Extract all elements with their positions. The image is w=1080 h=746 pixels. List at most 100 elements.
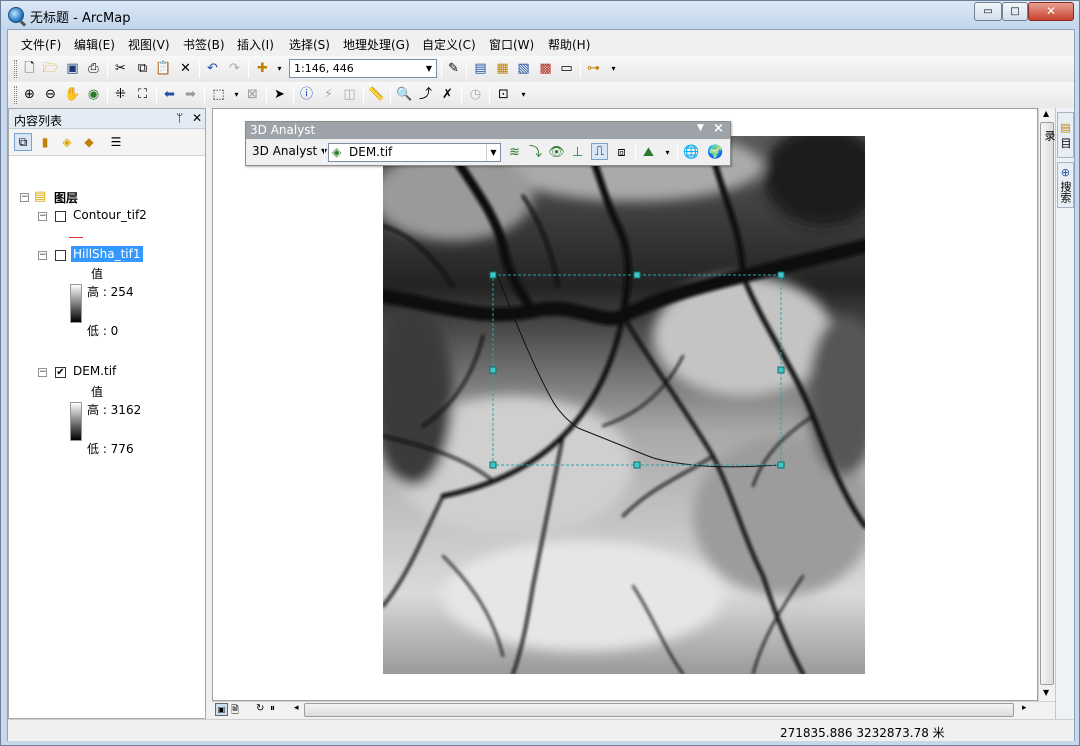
selection-handle[interactable] bbox=[633, 271, 641, 279]
menu-edit[interactable]: 编辑(E) bbox=[74, 36, 115, 53]
chevron-down-icon[interactable]: ▾ bbox=[659, 144, 676, 161]
layer-name-dem[interactable]: DEM.tif bbox=[73, 364, 116, 378]
selection-handle[interactable] bbox=[489, 461, 497, 469]
toolbar-grip[interactable] bbox=[14, 86, 17, 104]
toc-options-icon[interactable]: ☰ bbox=[107, 133, 125, 151]
selection-handle[interactable] bbox=[777, 271, 785, 279]
scrollbar-thumb[interactable] bbox=[1040, 122, 1054, 685]
arcscene-icon[interactable]: 🌐 bbox=[683, 144, 700, 161]
select-elements-icon[interactable]: ➤ bbox=[271, 86, 288, 103]
maximize-button[interactable]: □ bbox=[1002, 2, 1028, 21]
undo-icon[interactable]: ↶ bbox=[204, 60, 221, 77]
table-of-contents-icon[interactable]: ▤ bbox=[472, 60, 489, 77]
identify-icon[interactable]: ⓘ bbox=[298, 86, 315, 103]
measure-icon[interactable]: 📏 bbox=[368, 86, 385, 103]
line-of-sight-icon[interactable]: 👁 bbox=[548, 144, 565, 161]
menu-geoprocessing[interactable]: 地理处理(G) bbox=[343, 36, 410, 53]
contour-icon[interactable]: ≋ bbox=[506, 144, 523, 161]
selection-handle[interactable] bbox=[777, 461, 785, 469]
collapse-toggle[interactable]: − bbox=[38, 251, 47, 260]
new-document-icon[interactable]: 🗋 bbox=[21, 60, 38, 77]
scrollbar-thumb[interactable] bbox=[304, 703, 1014, 717]
collapse-toggle[interactable]: − bbox=[38, 368, 47, 377]
3d-analyst-titlebar[interactable]: 3D Analyst ▼ × bbox=[246, 121, 730, 139]
pin-icon[interactable]: ᛘ bbox=[176, 111, 183, 125]
toolbar-grip[interactable] bbox=[14, 60, 17, 78]
cut-icon[interactable]: ✂ bbox=[112, 60, 129, 77]
minimize-button[interactable]: ▭ bbox=[974, 2, 1002, 21]
layer-checkbox[interactable] bbox=[55, 250, 66, 261]
list-by-drawing-order-icon[interactable]: ⧉ bbox=[14, 133, 32, 151]
steepest-path-icon[interactable]: ⤵ bbox=[527, 144, 544, 161]
zoom-out-icon[interactable]: ⊖ bbox=[42, 86, 59, 103]
pause-icon[interactable]: ⏸ bbox=[270, 703, 275, 714]
map-view[interactable] bbox=[212, 108, 1038, 701]
arcglobe-icon[interactable]: 🌍 bbox=[707, 144, 724, 161]
chevron-down-icon[interactable]: ▾ bbox=[228, 86, 245, 103]
print-icon[interactable]: ⎙ bbox=[85, 60, 102, 77]
horizontal-scrollbar[interactable]: ▣ 🗎 ↻ ⏸ ◂ ▸ bbox=[212, 701, 1055, 718]
full-extent-icon[interactable]: ◉ bbox=[85, 86, 102, 103]
data-view-icon[interactable]: 🗎 bbox=[231, 703, 239, 720]
menu-bookmarks[interactable]: 书签(B) bbox=[183, 36, 225, 53]
toolbar-options-icon[interactable]: ▾ bbox=[515, 86, 532, 103]
scroll-left-icon[interactable]: ◂ bbox=[294, 703, 299, 713]
open-folder-icon[interactable]: 🗁 bbox=[42, 60, 59, 77]
selection-handle[interactable] bbox=[489, 271, 497, 279]
interpolate-polygon-icon[interactable]: ⧈ bbox=[613, 144, 630, 161]
html-popup-icon[interactable]: ◫ bbox=[341, 86, 358, 103]
time-slider-icon[interactable]: ◷ bbox=[467, 86, 484, 103]
selection-bounding-box[interactable] bbox=[492, 274, 782, 466]
go-to-xy-icon[interactable]: ✗ bbox=[439, 86, 456, 103]
toolbar-options-icon[interactable]: ▾ bbox=[605, 60, 622, 77]
list-by-source-icon[interactable]: ▮ bbox=[36, 133, 54, 151]
layer-name-contour[interactable]: Contour_tif2 bbox=[73, 208, 147, 222]
selection-handle[interactable] bbox=[489, 366, 497, 374]
close-icon[interactable]: × bbox=[713, 121, 724, 136]
interpolate-point-icon[interactable]: ⊥ bbox=[569, 144, 586, 161]
layer-select[interactable]: ◈ DEM.tif ▼ bbox=[328, 143, 501, 162]
menu-windows[interactable]: 窗口(W) bbox=[489, 36, 534, 53]
arctoolbox-icon[interactable]: ▩ bbox=[537, 60, 554, 77]
editor-toolbar-icon[interactable]: ✎ bbox=[445, 60, 462, 77]
fixed-zoom-in-icon[interactable]: ⁜ bbox=[112, 86, 129, 103]
layer-checkbox[interactable]: ✔ bbox=[55, 367, 66, 378]
menu-customize[interactable]: 自定义(C) bbox=[422, 36, 476, 53]
delete-icon[interactable]: ✕ bbox=[177, 60, 194, 77]
layer-checkbox[interactable] bbox=[55, 211, 66, 222]
create-viewer-window-icon[interactable]: ⊡ bbox=[495, 86, 512, 103]
menu-help[interactable]: 帮助(H) bbox=[548, 36, 590, 53]
selected-polyline[interactable] bbox=[495, 272, 782, 468]
paste-icon[interactable]: 📋 bbox=[155, 60, 172, 77]
pan-icon[interactable]: ✋ bbox=[64, 86, 81, 103]
menu-view[interactable]: 视图(V) bbox=[128, 36, 170, 53]
modelbuilder-icon[interactable]: ⊶ bbox=[585, 60, 602, 77]
clear-selection-icon[interactable]: ⊠ bbox=[244, 86, 261, 103]
collapse-toggle[interactable]: − bbox=[38, 212, 47, 221]
selection-handle[interactable] bbox=[777, 366, 785, 374]
selection-handle[interactable] bbox=[633, 461, 641, 469]
close-icon[interactable]: ✕ bbox=[192, 111, 202, 125]
vertical-scrollbar[interactable]: ▲ ▼ bbox=[1038, 108, 1055, 701]
copy-icon[interactable]: ⧉ bbox=[134, 60, 151, 77]
map-scale-dropdown[interactable]: 1:146, 446 ▼ bbox=[289, 59, 437, 78]
add-data-icon[interactable]: ✚ bbox=[254, 60, 271, 77]
profile-graph-icon[interactable]: ⛰ bbox=[640, 144, 657, 161]
search-tab[interactable]: ⊕ 搜索 bbox=[1057, 162, 1074, 208]
catalog-icon[interactable]: ▦ bbox=[494, 60, 511, 77]
chevron-down-icon[interactable]: ▼ bbox=[697, 123, 704, 133]
list-by-visibility-icon[interactable]: ◈ bbox=[58, 133, 76, 151]
catalog-tab[interactable]: ▤ 目录 bbox=[1043, 112, 1074, 158]
forward-arrow-icon[interactable]: ➡ bbox=[182, 86, 199, 103]
menu-file[interactable]: 文件(F) bbox=[21, 36, 61, 53]
scroll-down-icon[interactable]: ▼ bbox=[1043, 688, 1049, 697]
selection-overlay[interactable] bbox=[383, 136, 865, 674]
chevron-down-icon[interactable]: ▾ bbox=[271, 60, 288, 77]
scroll-up-icon[interactable]: ▲ bbox=[1043, 109, 1049, 118]
select-features-icon[interactable]: ⬚ bbox=[210, 86, 227, 103]
list-by-selection-icon[interactable]: ◆ bbox=[80, 133, 98, 151]
redo-icon[interactable]: ↷ bbox=[226, 60, 243, 77]
search-window-icon[interactable]: ▧ bbox=[515, 60, 532, 77]
interpolate-line-icon[interactable]: ⎍ bbox=[591, 143, 608, 160]
menu-insert[interactable]: 插入(I) bbox=[237, 36, 274, 53]
